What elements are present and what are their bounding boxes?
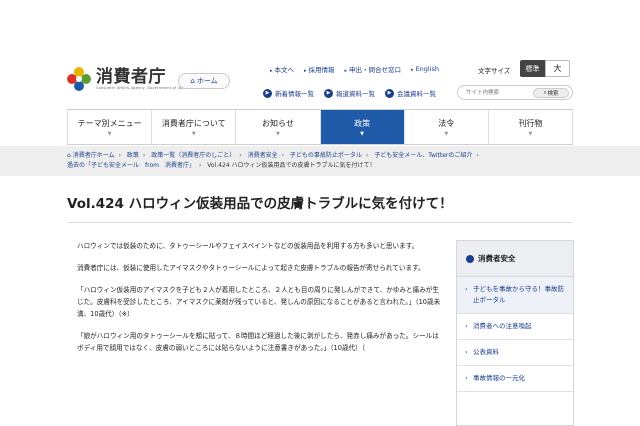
- arrow-circle-icon: ▶: [385, 88, 394, 98]
- breadcrumb-current: Vol.424 ハロウィン仮装用品での皮膚トラブルに気を付けて！: [207, 162, 376, 169]
- font-size-large-button[interactable]: 大: [545, 60, 570, 77]
- article-body: ハロウィンでは仮装のために、タトゥーシールやフェイスペイントなどの仮装用品を利用…: [77, 240, 445, 364]
- breadcrumb-separator-icon: ›: [118, 152, 121, 159]
- search-icon: ⌕: [543, 89, 547, 96]
- breadcrumb-separator-icon: ›: [142, 152, 146, 159]
- arrow-icon: ▸: [304, 68, 307, 74]
- page-title: Vol.424 ハロウィン仮装用品での皮膚トラブルに気を付けて！: [67, 196, 453, 212]
- side-menu-item-alerts[interactable]: 消費者への注意喚起: [457, 314, 573, 340]
- breadcrumb-link[interactable]: 政策一覧（消費者庁のしごと）: [151, 152, 235, 159]
- search-input[interactable]: [466, 88, 532, 98]
- home-button-label: ホーム: [196, 77, 218, 85]
- global-nav: テーマ別メニュー ▼ 消費者庁について ▼ お知らせ ▼ 政策 ▼ 法令 ▼ 刊行物 ▼: [67, 109, 574, 145]
- side-menu-item-accident-info[interactable]: 事故情報の一元化: [457, 366, 573, 392]
- chevron-down-icon: ▼: [528, 130, 533, 137]
- gnav-publications[interactable]: 刊行物 ▼: [489, 110, 574, 144]
- home-icon: ⌂: [67, 152, 71, 159]
- breadcrumb-link[interactable]: 政策: [127, 152, 139, 159]
- side-menu-heading[interactable]: 消費者安全: [457, 241, 573, 277]
- breadcrumb-separator-icon: ›: [281, 152, 284, 159]
- util-link-english[interactable]: ▸ English: [411, 65, 439, 73]
- quick-links: ▶ 新着情報一覧 ▶ 報道資料一覧 ▶ 会議資料一覧: [263, 87, 446, 99]
- side-menu-heading-label: 消費者安全: [478, 254, 516, 263]
- gnav-label: 消費者庁について: [161, 118, 226, 128]
- breadcrumb-separator-icon: ›: [476, 152, 479, 159]
- paragraph: 消費者庁には、仮装に使用したアイマスクやタトゥーシールによって起きた皮膚トラブル…: [77, 264, 425, 272]
- search-button[interactable]: ⌕ 検索: [533, 88, 569, 98]
- breadcrumb-separator-icon: ›: [239, 152, 242, 159]
- gnav-label: 刊行物: [518, 118, 543, 128]
- breadcrumb-link[interactable]: 子どもの事故防止ポータル: [290, 152, 362, 159]
- breadcrumb-separator-icon: ›: [365, 152, 369, 159]
- breadcrumb-link[interactable]: 消費者安全: [248, 152, 278, 159]
- arrow-circle-icon: ▶: [263, 88, 272, 98]
- util-link-recruit[interactable]: ▸ 採用情報: [304, 64, 335, 74]
- util-link-skip[interactable]: ▸ 本文へ: [270, 64, 294, 74]
- quick-link-news[interactable]: ▶ 新着情報一覧: [263, 88, 314, 98]
- gnav-policy[interactable]: 政策 ▼: [320, 110, 405, 144]
- chevron-down-icon: ▼: [191, 130, 196, 137]
- font-size-standard-button[interactable]: 標準: [520, 60, 545, 77]
- utility-links: ▸ 本文へ ▸ 採用情報 ▸ 申出・問合せ窓口 ▸ English: [270, 63, 449, 75]
- chevron-down-icon: ▼: [360, 130, 365, 137]
- chevron-down-icon: ▼: [444, 130, 449, 137]
- breadcrumb-link[interactable]: 子ども安全メール、Twitterのご紹介: [374, 152, 472, 159]
- arrow-icon: ▸: [270, 68, 273, 74]
- title-divider: [67, 222, 573, 223]
- side-menu: 消費者安全 子どもを事故から守る！事故防止ポータル 消費者への注意喚起 公表資料…: [456, 240, 574, 426]
- quick-link-label: 報道資料一覧: [336, 90, 375, 98]
- breadcrumb: ⌂ 消費者庁ホーム › 政策 › 政策一覧（消費者庁のしごと） › 消費者安全 › 子ど…: [0, 146, 640, 176]
- logo-emblem-icon: [66, 66, 92, 92]
- chevron-down-icon: ▼: [107, 130, 112, 137]
- gnav-news[interactable]: お知らせ ▼: [236, 110, 321, 144]
- bullet-icon: [466, 254, 474, 263]
- site-search: ⌕ 検索: [457, 85, 573, 100]
- search-button-label: 検索: [547, 91, 559, 97]
- site-logo[interactable]: 消費者庁 Consumer Affairs Agency, Government…: [66, 66, 188, 92]
- arrow-circle-icon: ▶: [324, 88, 333, 98]
- logo-subtitle: Consumer Affairs Agency, Government of J…: [96, 85, 189, 90]
- util-link-label: 採用情報: [308, 66, 335, 74]
- breadcrumb-link[interactable]: 消費者庁ホーム: [73, 152, 115, 159]
- arrow-icon: ▸: [344, 68, 348, 74]
- util-link-label: 申出・問合せ窓口: [349, 66, 402, 74]
- gnav-label: 政策: [354, 118, 371, 128]
- quick-link-label: 新着情報一覧: [275, 90, 314, 98]
- quick-link-press[interactable]: ▶ 報道資料一覧: [324, 88, 375, 98]
- gnav-label: 法令: [438, 118, 455, 128]
- paragraph: ハロウィンでは仮装のために、タトゥーシールやフェイスペイントなどの仮装用品を利用…: [77, 242, 419, 250]
- util-link-label: 本文へ: [274, 66, 295, 74]
- font-size-label: 文字サイズ: [478, 67, 511, 75]
- paragraph: 「ハロウィン仮装用のアイマスクを子ども２人が着用したところ、２人とも目の周りに発…: [77, 286, 441, 318]
- gnav-about[interactable]: 消費者庁について ▼: [152, 110, 237, 144]
- gnav-laws[interactable]: 法令 ▼: [405, 110, 489, 144]
- gnav-label: テーマ別メニュー: [77, 118, 142, 128]
- arrow-icon: ▸: [411, 67, 414, 73]
- gnav-theme-menu[interactable]: テーマ別メニュー ▼: [67, 110, 153, 144]
- breadcrumb-link[interactable]: 過去の「子ども安全メール from 消費者庁」: [67, 162, 195, 169]
- util-link-label: English: [415, 65, 440, 73]
- home-button[interactable]: ⌂ ホーム: [178, 73, 230, 89]
- quick-link-label: 会議資料一覧: [397, 90, 436, 98]
- breadcrumb-separator-icon: ›: [198, 162, 202, 169]
- quick-link-meetings[interactable]: ▶ 会議資料一覧: [385, 88, 436, 98]
- home-icon: ⌂: [190, 77, 195, 85]
- paragraph: 「娘がハロウィン用のタトゥーシールを頬に貼って、８時間ほど経過した後に剥がしたら…: [77, 332, 439, 352]
- logo-title: 消費者庁: [96, 66, 166, 87]
- chevron-down-icon: ▼: [276, 130, 280, 137]
- gnav-label: お知らせ: [262, 118, 294, 128]
- side-menu-item-publications[interactable]: 公表資料: [457, 340, 573, 366]
- side-menu-item-portal[interactable]: 子どもを事故から守る！事故防止ポータル: [457, 277, 573, 314]
- util-link-contact[interactable]: ▸ 申出・問合せ窓口: [345, 64, 402, 74]
